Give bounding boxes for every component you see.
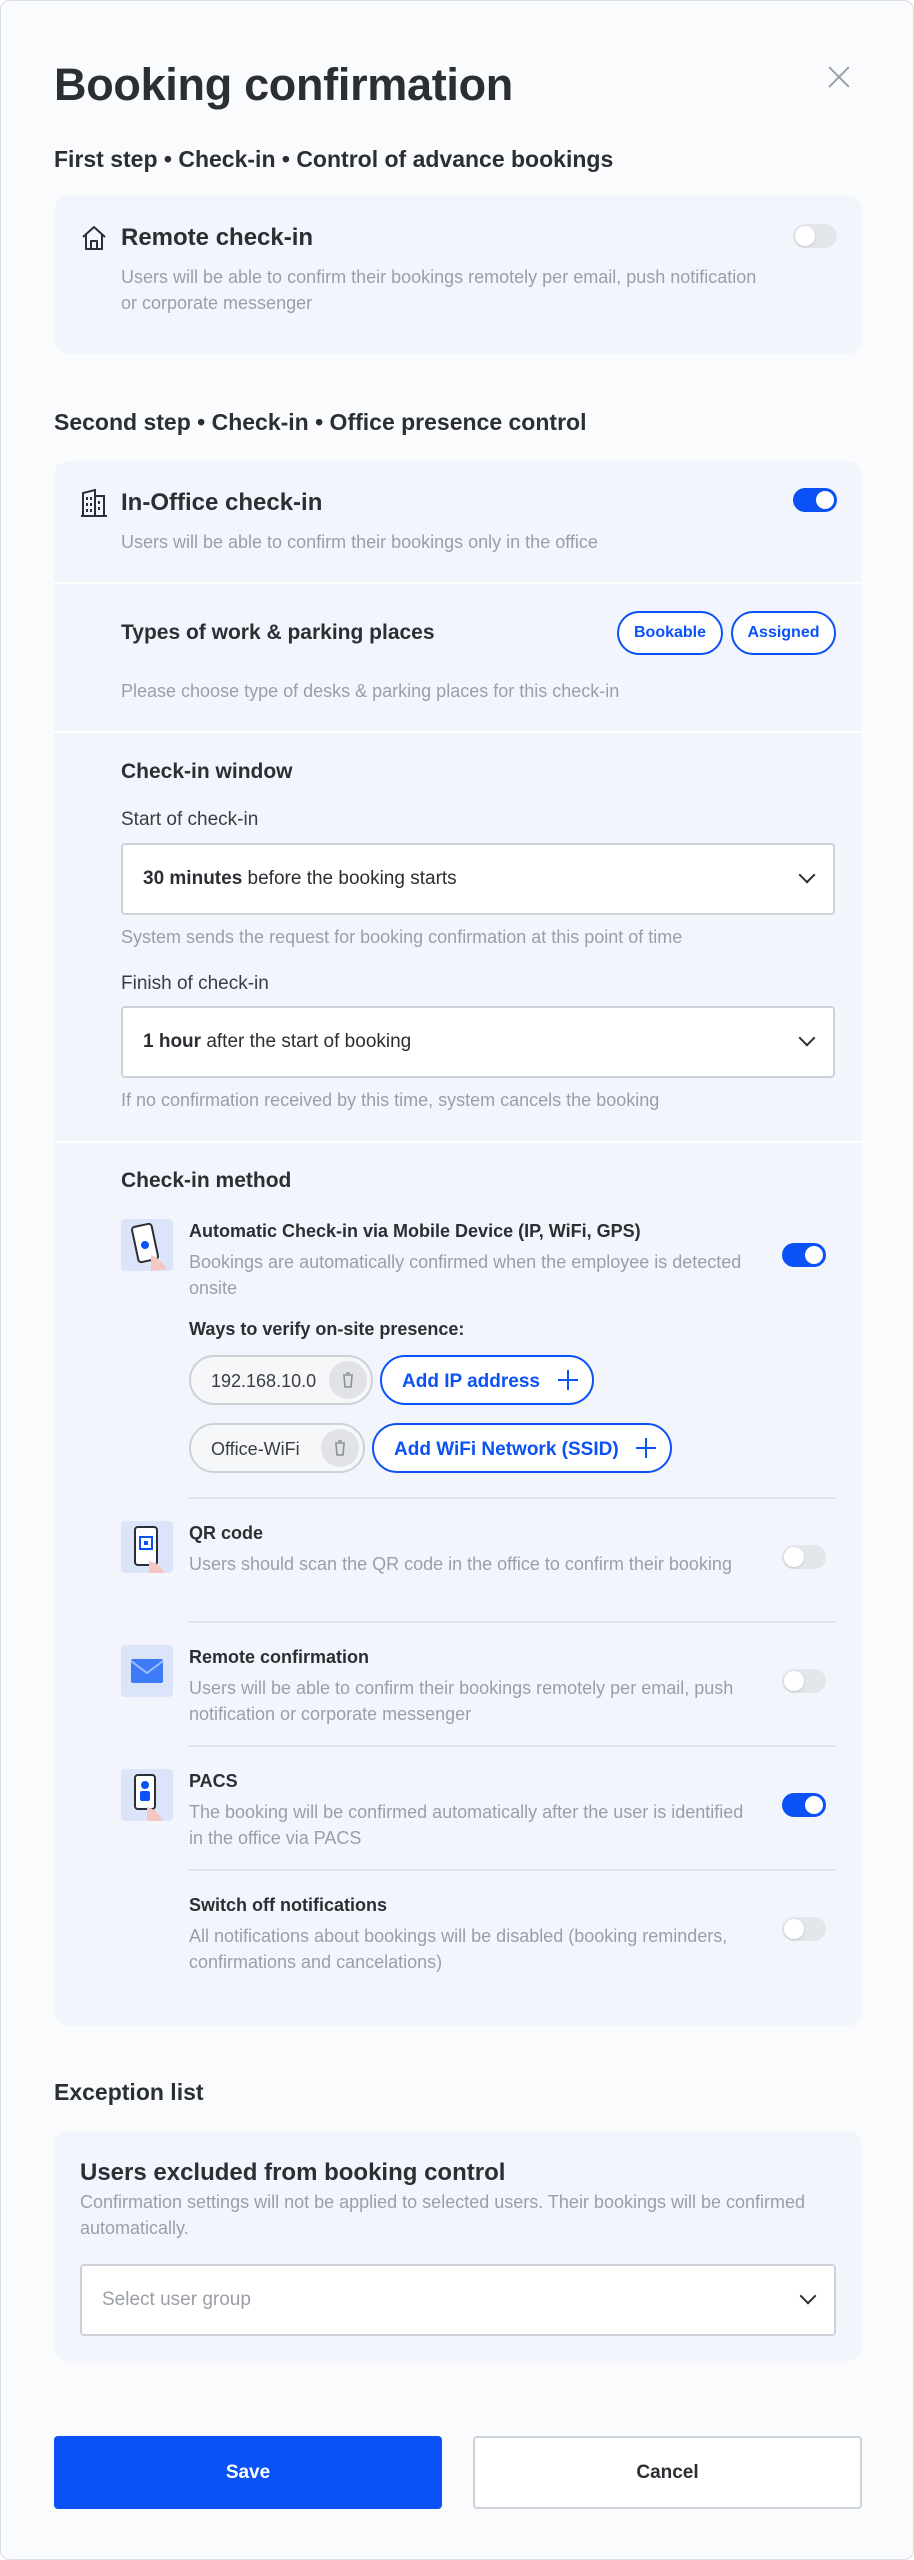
trash-icon[interactable] xyxy=(329,1361,367,1399)
add-wifi-label: Add WiFi Network (SSID) xyxy=(394,1439,619,1460)
office-checkin-card: In-Office check-in Users will be able to… xyxy=(54,461,862,2026)
method-title: Check-in method xyxy=(121,1169,292,1192)
start-value-bold: 30 minutes xyxy=(143,868,243,889)
start-label: Start of check-in xyxy=(121,809,259,830)
start-hint: System sends the request for booking con… xyxy=(121,927,683,947)
start-value-rest: before the booking starts xyxy=(242,868,457,889)
exceptions-card: Users excluded from booking control Conf… xyxy=(54,2131,862,2361)
building-icon xyxy=(81,488,107,517)
trash-icon[interactable] xyxy=(321,1429,359,1467)
types-title: Types of work & parking places xyxy=(121,621,435,644)
user-group-select[interactable]: Select user group xyxy=(80,2264,836,2336)
envelope-icon xyxy=(121,1645,173,1697)
method-pacs-title: PACS xyxy=(189,1771,238,1791)
booking-confirmation-dialog: Booking confirmation First step • Check-… xyxy=(0,0,914,2560)
step2-title: Second step • Check-in • Office presence… xyxy=(54,409,587,435)
assigned-chip[interactable]: Assigned xyxy=(731,611,836,655)
add-ip-label: Add IP address xyxy=(402,1371,540,1392)
chevron-down-icon xyxy=(798,1029,816,1047)
qr-code-icon xyxy=(121,1521,173,1573)
method-pacs-toggle[interactable] xyxy=(782,1793,826,1817)
in-office-toggle[interactable] xyxy=(793,488,837,512)
ip-chip: 192.168.10.0 xyxy=(189,1355,373,1405)
method-qr-toggle[interactable] xyxy=(782,1545,826,1569)
finish-value-rest: after the start of booking xyxy=(201,1031,412,1052)
step1-title: First step • Check-in • Control of advan… xyxy=(54,146,614,172)
switch-off-description: All notifications about bookings will be… xyxy=(189,1926,728,1972)
finish-value-bold: 1 hour xyxy=(143,1031,202,1052)
method-remote-description: Users will be able to confirm their book… xyxy=(189,1678,734,1724)
start-select[interactable]: 30 minutes before the booking starts xyxy=(121,843,835,915)
remote-checkin-card: Remote check-in Users will be able to co… xyxy=(54,196,862,354)
exceptions-description: Confirmation settings will not be applie… xyxy=(80,2192,806,2238)
finish-label: Finish of check-in xyxy=(121,973,269,994)
exceptions-card-title: Users excluded from booking control xyxy=(80,2159,506,2186)
wifi-chip-label: Office-WiFi xyxy=(211,1439,300,1459)
types-description: Please choose type of desks & parking pl… xyxy=(121,681,620,701)
verify-title: Ways to verify on-site presence: xyxy=(189,1319,465,1339)
wifi-chip: Office-WiFi xyxy=(189,1423,365,1473)
bookable-chip[interactable]: Bookable xyxy=(617,611,723,655)
exceptions-title: Exception list xyxy=(54,2079,204,2105)
method-remote-title: Remote confirmation xyxy=(189,1647,370,1667)
finish-hint: If no confirmation received by this time… xyxy=(121,1090,660,1110)
save-button[interactable]: Save xyxy=(54,2436,442,2509)
method-mobile-title: Automatic Check-in via Mobile Device (IP… xyxy=(189,1221,641,1241)
pacs-icon xyxy=(121,1769,173,1821)
ip-chip-label: 192.168.10.0 xyxy=(211,1371,317,1391)
method-mobile-toggle[interactable] xyxy=(782,1243,826,1267)
chevron-down-icon xyxy=(798,866,816,884)
cancel-button[interactable]: Cancel xyxy=(473,2436,862,2509)
remote-checkin-description: Users will be able to confirm their book… xyxy=(121,267,757,313)
in-office-description: Users will be able to confirm their book… xyxy=(121,532,598,552)
switch-off-toggle[interactable] xyxy=(782,1917,826,1941)
home-icon xyxy=(82,226,106,250)
plus-icon xyxy=(636,1438,656,1458)
plus-icon xyxy=(558,1370,578,1390)
mobile-device-icon xyxy=(121,1219,173,1271)
method-qr-title: QR code xyxy=(189,1523,264,1543)
add-ip-button[interactable]: Add IP address xyxy=(380,1355,594,1405)
method-remote-toggle[interactable] xyxy=(782,1669,826,1693)
remote-checkin-title: Remote check-in xyxy=(121,224,314,251)
finish-select[interactable]: 1 hour after the start of booking xyxy=(121,1006,835,1078)
switch-off-title: Switch off notifications xyxy=(189,1895,387,1915)
method-qr-description: Users should scan the QR code in the off… xyxy=(189,1554,732,1574)
add-wifi-button[interactable]: Add WiFi Network (SSID) xyxy=(372,1423,672,1473)
chevron-down-icon xyxy=(799,2287,817,2305)
close-icon[interactable] xyxy=(823,61,855,93)
user-group-placeholder: Select user group xyxy=(102,2289,251,2310)
dialog-title: Booking confirmation xyxy=(54,59,513,110)
in-office-title: In-Office check-in xyxy=(121,489,323,516)
method-mobile-description: Bookings are automatically confirmed whe… xyxy=(189,1252,742,1298)
window-title: Check-in window xyxy=(121,760,293,783)
remote-checkin-toggle[interactable] xyxy=(793,224,837,248)
method-pacs-description: The booking will be confirmed automatica… xyxy=(189,1802,744,1848)
